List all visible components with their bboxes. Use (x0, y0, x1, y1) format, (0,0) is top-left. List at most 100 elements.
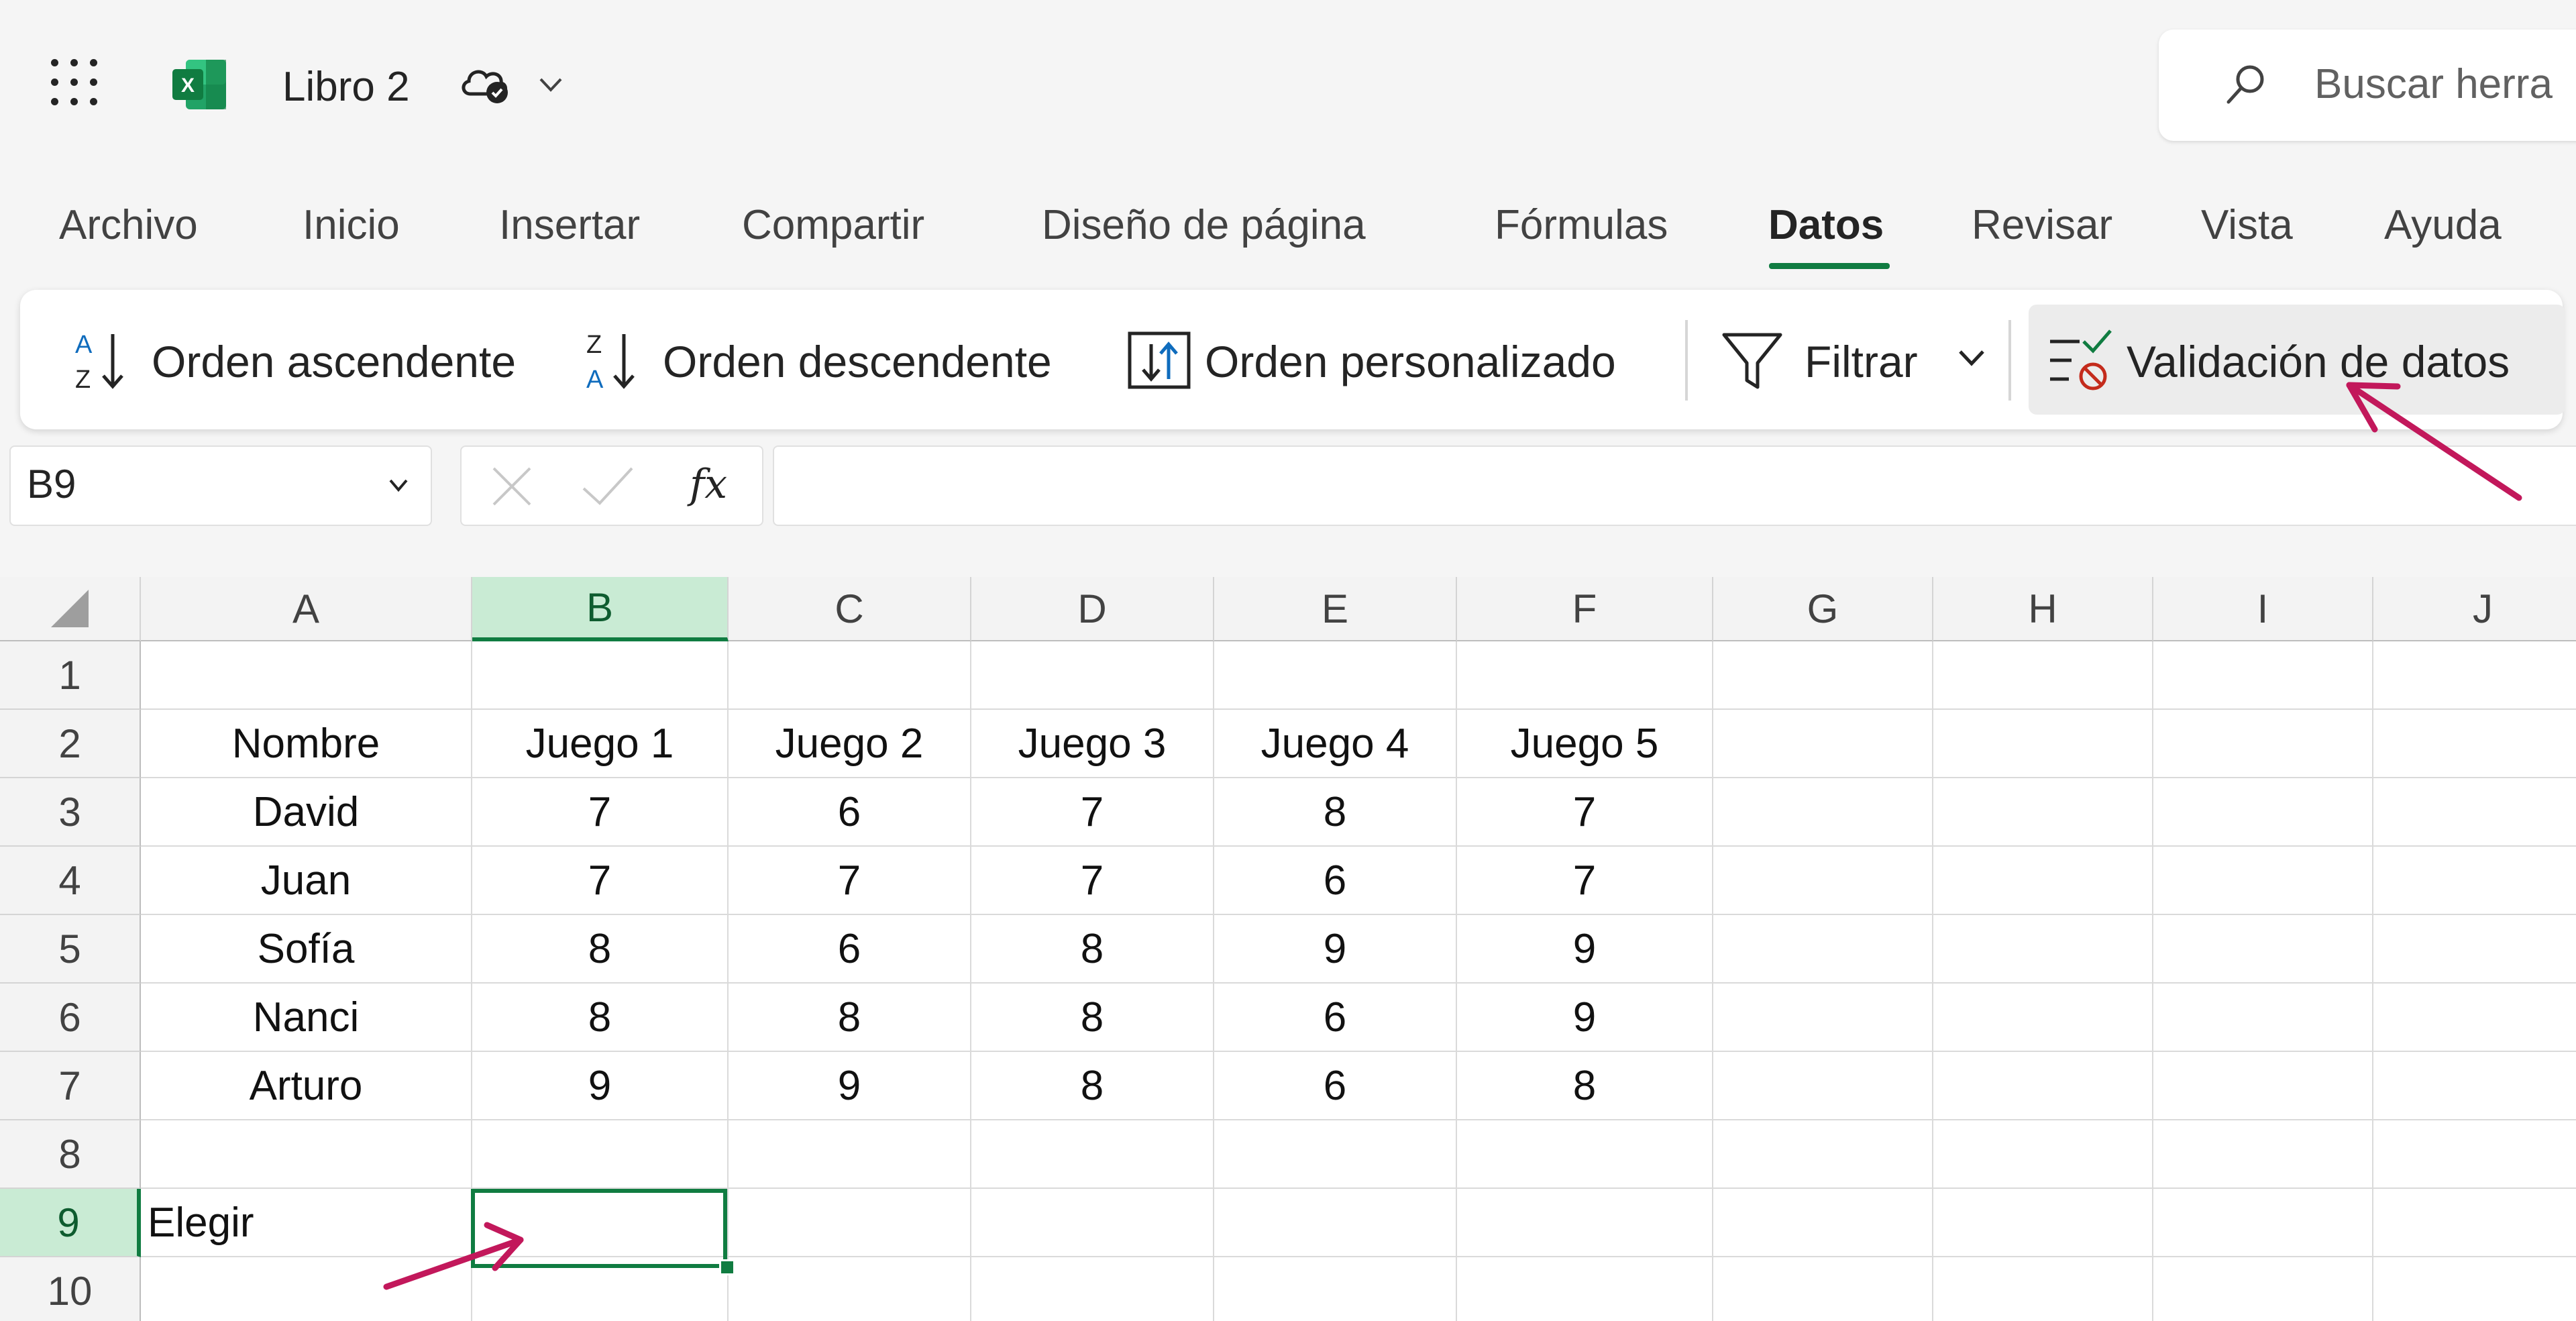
cell-a5[interactable]: Sofía (141, 915, 472, 984)
document-title[interactable]: Libro 2 (282, 60, 410, 114)
cell-g7[interactable] (1713, 1052, 1933, 1120)
confirm-icon[interactable] (580, 464, 636, 509)
cell-e1[interactable] (1214, 641, 1457, 710)
cell-j8[interactable] (2373, 1120, 2576, 1189)
row-header-10[interactable]: 10 (0, 1257, 141, 1321)
formula-input[interactable] (773, 445, 2576, 526)
tab-revisar[interactable]: Revisar (1972, 201, 2112, 250)
cell-a4[interactable]: Juan (141, 847, 472, 915)
cell-h6[interactable] (1933, 984, 2153, 1052)
column-header-h[interactable]: H (1933, 577, 2153, 641)
cell-j9[interactable] (2373, 1189, 2576, 1257)
column-header-i[interactable]: I (2153, 577, 2373, 641)
cell-c5[interactable]: 6 (729, 915, 971, 984)
cell-a1[interactable] (141, 641, 472, 710)
sort-descending-button[interactable]: Z A (577, 323, 651, 397)
column-header-d[interactable]: D (971, 577, 1214, 641)
cell-i10[interactable] (2153, 1257, 2373, 1321)
column-header-g[interactable]: G (1713, 577, 1933, 641)
cell-h7[interactable] (1933, 1052, 2153, 1120)
cell-i5[interactable] (2153, 915, 2373, 984)
cell-e5[interactable]: 9 (1214, 915, 1457, 984)
cell-f9[interactable] (1457, 1189, 1713, 1257)
column-header-c[interactable]: C (729, 577, 971, 641)
tab-vista[interactable]: Vista (2201, 201, 2293, 250)
custom-sort-button[interactable] (1126, 327, 1193, 394)
chevron-down-icon[interactable] (534, 72, 568, 97)
cell-b5[interactable]: 8 (472, 915, 729, 984)
cell-h2[interactable] (1933, 710, 2153, 778)
name-box[interactable]: B9 (9, 445, 432, 526)
cell-f1[interactable] (1457, 641, 1713, 710)
sort-ascending-label[interactable]: Orden ascendente (152, 335, 516, 388)
cell-a10[interactable] (141, 1257, 472, 1321)
cell-d10[interactable] (971, 1257, 1214, 1321)
cell-b8[interactable] (472, 1120, 729, 1189)
sort-ascending-button[interactable]: A Z (66, 323, 140, 397)
cell-b1[interactable] (472, 641, 729, 710)
cell-c3[interactable]: 6 (729, 778, 971, 847)
cell-e3[interactable]: 8 (1214, 778, 1457, 847)
sort-descending-label[interactable]: Orden descendente (663, 335, 1052, 388)
select-all-corner[interactable] (0, 577, 141, 641)
cell-j7[interactable] (2373, 1052, 2576, 1120)
cell-h1[interactable] (1933, 641, 2153, 710)
cell-a9[interactable]: Elegir (141, 1189, 472, 1257)
cell-i7[interactable] (2153, 1052, 2373, 1120)
search-placeholder[interactable]: Buscar herra (2314, 60, 2553, 109)
cell-a8[interactable] (141, 1120, 472, 1189)
cell-e8[interactable] (1214, 1120, 1457, 1189)
cell-i8[interactable] (2153, 1120, 2373, 1189)
cell-b2[interactable]: Juego 1 (472, 710, 729, 778)
cell-e6[interactable]: 6 (1214, 984, 1457, 1052)
cell-h4[interactable] (1933, 847, 2153, 915)
search-box[interactable]: Buscar herra (2159, 30, 2576, 141)
cell-h8[interactable] (1933, 1120, 2153, 1189)
cell-h5[interactable] (1933, 915, 2153, 984)
cell-f8[interactable] (1457, 1120, 1713, 1189)
cell-j10[interactable] (2373, 1257, 2576, 1321)
cell-d9[interactable] (971, 1189, 1214, 1257)
cell-f2[interactable]: Juego 5 (1457, 710, 1713, 778)
cell-c9[interactable] (729, 1189, 971, 1257)
cell-j6[interactable] (2373, 984, 2576, 1052)
app-launcher-icon[interactable] (47, 55, 101, 109)
data-validation-label[interactable]: Validación de datos (2127, 335, 2510, 388)
cell-j2[interactable] (2373, 710, 2576, 778)
cell-e4[interactable]: 6 (1214, 847, 1457, 915)
cell-f4[interactable]: 7 (1457, 847, 1713, 915)
cell-f5[interactable]: 9 (1457, 915, 1713, 984)
cell-b3[interactable]: 7 (472, 778, 729, 847)
chevron-down-icon[interactable] (1955, 345, 1988, 372)
cell-h9[interactable] (1933, 1189, 2153, 1257)
cell-e9[interactable] (1214, 1189, 1457, 1257)
fill-handle[interactable] (719, 1259, 735, 1275)
row-header-6[interactable]: 6 (0, 984, 141, 1052)
cell-f7[interactable]: 8 (1457, 1052, 1713, 1120)
cell-f3[interactable]: 7 (1457, 778, 1713, 847)
cell-d7[interactable]: 8 (971, 1052, 1214, 1120)
cell-g2[interactable] (1713, 710, 1933, 778)
row-header-7[interactable]: 7 (0, 1052, 141, 1120)
tab-archivo[interactable]: Archivo (59, 201, 198, 250)
custom-sort-label[interactable]: Orden personalizado (1205, 335, 1616, 388)
cell-f6[interactable]: 9 (1457, 984, 1713, 1052)
cell-i2[interactable] (2153, 710, 2373, 778)
insert-function-button[interactable]: fx (690, 459, 727, 510)
cell-e10[interactable] (1214, 1257, 1457, 1321)
cell-i4[interactable] (2153, 847, 2373, 915)
row-header-4[interactable]: 4 (0, 847, 141, 915)
cell-g9[interactable] (1713, 1189, 1933, 1257)
tab-formulas[interactable]: Fórmulas (1495, 201, 1668, 250)
cell-e2[interactable]: Juego 4 (1214, 710, 1457, 778)
cloud-saved-icon[interactable] (458, 59, 515, 107)
cell-g4[interactable] (1713, 847, 1933, 915)
cell-d5[interactable]: 8 (971, 915, 1214, 984)
cell-a6[interactable]: Nanci (141, 984, 472, 1052)
cell-c1[interactable] (729, 641, 971, 710)
cell-j4[interactable] (2373, 847, 2576, 915)
cell-g5[interactable] (1713, 915, 1933, 984)
cell-g6[interactable] (1713, 984, 1933, 1052)
tab-compartir[interactable]: Compartir (742, 201, 924, 250)
column-header-b[interactable]: B (472, 577, 729, 641)
